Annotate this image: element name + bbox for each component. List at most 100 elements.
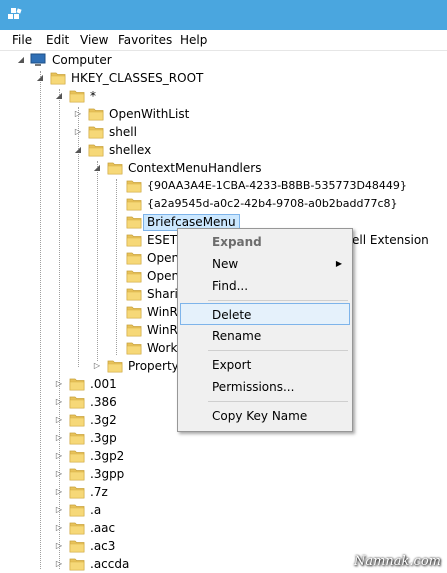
menu-item-delete[interactable]: Delete	[180, 303, 350, 325]
collapse-icon[interactable]: ◢	[73, 145, 83, 155]
menu-bar: File Edit View Favorites Help	[0, 30, 447, 51]
menu-item-copy-key-name[interactable]: Copy Key Name	[180, 405, 350, 427]
tree-label: .001	[90, 377, 117, 391]
folder-icon	[126, 251, 142, 265]
expand-icon[interactable]: ▷	[54, 559, 64, 569]
tree-item-ext[interactable]: ▷ .a	[0, 501, 447, 519]
tree-item-guid-2[interactable]: {a2a9545d-a0c2-42b4-9708-a0b2badd77c8}	[0, 195, 447, 213]
folder-icon	[69, 89, 85, 103]
folder-icon	[126, 341, 142, 355]
menu-separator	[208, 401, 348, 402]
folder-icon	[88, 125, 104, 139]
collapse-icon[interactable]: ◢	[92, 163, 102, 173]
folder-icon	[69, 485, 85, 499]
expand-icon[interactable]: ▷	[54, 505, 64, 515]
folder-icon	[88, 143, 104, 157]
menu-item-label: New	[212, 257, 239, 271]
folder-icon	[126, 233, 142, 247]
tree-item-computer[interactable]: ◢ Computer	[0, 51, 447, 69]
menu-item-export[interactable]: Export	[180, 354, 350, 376]
tree-label-tail: ell Extension	[352, 233, 429, 247]
menu-item-new[interactable]: New ▶	[180, 253, 350, 275]
folder-icon	[69, 521, 85, 535]
tree-item-ext[interactable]: ▷ .3gpp	[0, 465, 447, 483]
menu-item-label: Permissions...	[212, 380, 295, 394]
expand-icon[interactable]: ▷	[54, 469, 64, 479]
menu-item-permissions[interactable]: Permissions...	[180, 376, 350, 398]
menu-help[interactable]: Help	[180, 32, 207, 48]
folder-icon	[69, 539, 85, 553]
tree-label: Open	[147, 251, 180, 265]
folder-icon	[107, 359, 123, 373]
folder-icon	[69, 503, 85, 517]
folder-icon	[126, 215, 142, 229]
menu-item-label: Expand	[212, 235, 262, 249]
expand-icon[interactable]: ▷	[54, 451, 64, 461]
tree-label: .7z	[90, 485, 108, 499]
tree-label: .aac	[90, 521, 116, 535]
menu-edit[interactable]: Edit	[46, 32, 69, 48]
tree-label: shellex	[109, 143, 152, 157]
menu-file[interactable]: File	[12, 32, 32, 48]
tree-label: .a	[90, 503, 102, 517]
menu-view[interactable]: View	[80, 32, 108, 48]
tree-item-ext[interactable]: ▷ .aac	[0, 519, 447, 537]
menu-item-label: Export	[212, 358, 252, 372]
tree-item-ext[interactable]: ▷ .ac3	[0, 537, 447, 555]
tree-label: .3gp2	[90, 449, 125, 463]
tree-label: *	[90, 89, 96, 103]
menu-separator	[208, 350, 348, 351]
tree-item-shellex[interactable]: ◢ shellex	[0, 141, 447, 159]
folder-icon	[69, 413, 85, 427]
tree-item-ext[interactable]: ▷ .7z	[0, 483, 447, 501]
collapse-icon[interactable]: ◢	[16, 55, 26, 65]
menu-item-label: Delete	[212, 308, 252, 322]
folder-icon	[69, 557, 85, 571]
tree-item-guid-1[interactable]: {90AA3A4E-1CBA-4233-B8BB-535773D48449}	[0, 177, 447, 195]
tree-label: .3g2	[90, 413, 117, 427]
tree-label: shell	[109, 125, 137, 139]
expand-icon[interactable]: ▷	[54, 415, 64, 425]
folder-icon	[69, 395, 85, 409]
menu-separator	[208, 300, 348, 301]
tree-label: .3gpp	[90, 467, 125, 481]
menu-item-rename[interactable]: Rename	[180, 325, 350, 347]
folder-icon	[126, 323, 142, 337]
tree-item-shell[interactable]: ▷ shell	[0, 123, 447, 141]
folder-icon	[69, 431, 85, 445]
expand-icon[interactable]: ▷	[54, 397, 64, 407]
collapse-icon[interactable]: ◢	[35, 73, 45, 83]
tree-label: OpenWithList	[109, 107, 190, 121]
menu-item-label: Rename	[212, 329, 262, 343]
tree-label: .386	[90, 395, 117, 409]
expand-icon[interactable]: ▷	[73, 127, 83, 137]
folder-icon	[126, 197, 142, 211]
expand-icon[interactable]: ▷	[92, 361, 102, 371]
title-bar	[0, 0, 447, 30]
folder-icon	[126, 179, 142, 193]
expand-icon[interactable]: ▷	[73, 109, 83, 119]
tree-label: {a2a9545d-a0c2-42b4-9708-a0b2badd77c8}	[147, 197, 398, 210]
collapse-icon[interactable]: ◢	[54, 91, 64, 101]
tree-label: .ac3	[90, 539, 116, 553]
tree-item-openwithlist[interactable]: ▷ OpenWithList	[0, 105, 447, 123]
registry-editor-icon	[8, 8, 22, 19]
tree-item-ext[interactable]: ▷ .3gp2	[0, 447, 447, 465]
tree-label: HKEY_CLASSES_ROOT	[71, 71, 204, 85]
menu-item-find[interactable]: Find...	[180, 275, 350, 297]
menu-item-expand[interactable]: Expand	[180, 231, 350, 253]
expand-icon[interactable]: ▷	[54, 541, 64, 551]
tree-label: .3gp	[90, 431, 117, 445]
context-menu: Expand New ▶ Find... Delete Rename Expor…	[177, 228, 353, 432]
folder-icon	[69, 377, 85, 391]
tree-item-star[interactable]: ◢ *	[0, 87, 447, 105]
tree-item-contextmenuhandlers[interactable]: ◢ ContextMenuHandlers	[0, 159, 447, 177]
expand-icon[interactable]: ▷	[54, 379, 64, 389]
menu-item-label: Copy Key Name	[212, 409, 308, 423]
expand-icon[interactable]: ▷	[54, 433, 64, 443]
menu-favorites[interactable]: Favorites	[118, 32, 172, 48]
tree-item-hkcr[interactable]: ◢ HKEY_CLASSES_ROOT	[0, 69, 447, 87]
tree-label: ContextMenuHandlers	[128, 161, 262, 175]
expand-icon[interactable]: ▷	[54, 523, 64, 533]
expand-icon[interactable]: ▷	[54, 487, 64, 497]
